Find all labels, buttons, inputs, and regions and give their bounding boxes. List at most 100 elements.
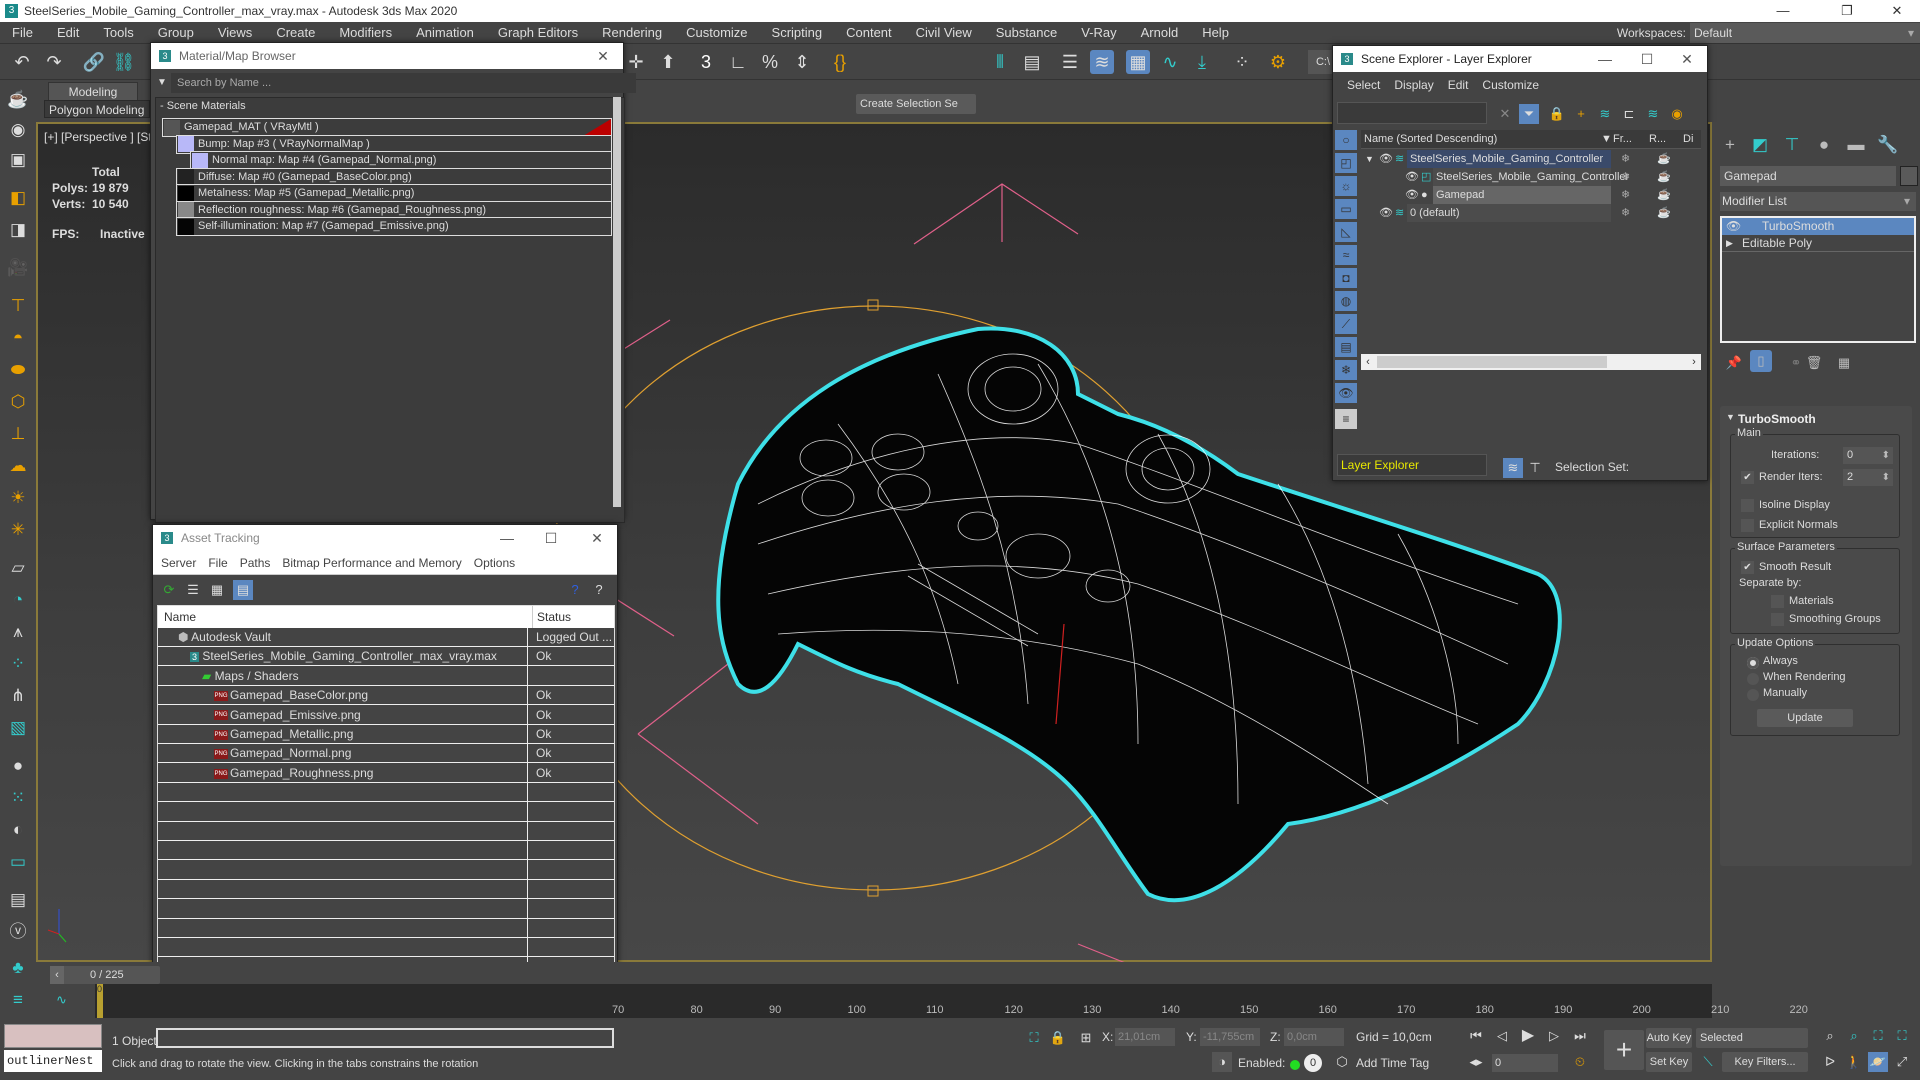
angle-snap-icon[interactable]: ∟ (726, 50, 750, 74)
set-key-button[interactable]: Set Key (1646, 1052, 1692, 1072)
layer-explorer-icon[interactable]: ≋ (1090, 50, 1114, 74)
asset-row[interactable]: 3 SteelSeries_Mobile_Gaming_Controller_m… (158, 647, 614, 667)
percent-snap-icon[interactable]: % (758, 50, 782, 74)
asset-row[interactable]: PNG Gamepad_Normal.png Ok (158, 744, 614, 764)
scene-list-icon[interactable]: ≡ (6, 988, 30, 1012)
menu-customize[interactable]: Customize (674, 25, 759, 40)
go-to-end-icon[interactable]: ⏭ (1570, 1026, 1590, 1046)
scene-explorer-row[interactable]: 👁 ● Gamepad ❄ ☕ (1361, 186, 1701, 204)
se-menu-customize[interactable]: Customize (1482, 78, 1539, 92)
frame-buffer-icon[interactable]: ▤ (6, 888, 30, 912)
auto-key-button[interactable]: Auto Key (1646, 1028, 1692, 1048)
ambient-light-icon[interactable]: ✳ (6, 518, 30, 542)
column-name[interactable]: Name (Sorted Descending) (1364, 130, 1497, 149)
visibility-eye-icon[interactable]: 👁 (1405, 168, 1419, 186)
freeze-icon[interactable]: ❄ (1621, 168, 1630, 186)
redo-icon[interactable]: ↷ (42, 50, 66, 74)
se-menu-edit[interactable]: Edit (1448, 78, 1469, 92)
filter-bones-icon[interactable]: ⟋ (1335, 314, 1357, 334)
material-search-input[interactable]: Search by Name ... (171, 73, 636, 93)
go-to-start-icon[interactable]: ⏮ (1466, 1026, 1486, 1046)
undo-icon[interactable]: ↶ (10, 50, 34, 74)
menu-arnold[interactable]: Arnold (1129, 25, 1191, 40)
next-frame-icon[interactable]: ▷ (1544, 1026, 1564, 1046)
zoom-all-icon[interactable]: ⌕ (1844, 1026, 1864, 1046)
asset-tracking-titlebar[interactable]: 3 Asset Tracking — ☐ ✕ (153, 525, 617, 551)
always-radio[interactable] (1747, 657, 1759, 669)
object-name-field[interactable]: Gamepad (1720, 166, 1896, 186)
at-menu-server[interactable]: Server (161, 556, 196, 570)
curve-editor-mini-icon[interactable]: ∿ (56, 992, 67, 1008)
when-rendering-radio[interactable] (1747, 673, 1759, 685)
menu-substance[interactable]: Substance (984, 25, 1069, 40)
filter-all-icon[interactable]: ≡ (1335, 409, 1357, 429)
scroll-right-icon[interactable]: › (1687, 354, 1701, 370)
select-manipulate-icon[interactable]: ⬆ (656, 50, 680, 74)
vray-logo-icon[interactable]: ⓥ (6, 920, 30, 944)
column-render[interactable]: R... (1649, 130, 1666, 149)
previous-frame-icon[interactable]: ◁ (1492, 1026, 1512, 1046)
move-icon[interactable]: ✛ (624, 50, 648, 74)
menu-graph-editors[interactable]: Graph Editors (486, 25, 590, 40)
filter-frozen-icon[interactable]: ❄ (1335, 360, 1357, 380)
motion-tab-icon[interactable]: ● (1810, 132, 1838, 158)
minimize-button[interactable]: — (1760, 0, 1806, 22)
utilities-tab-icon[interactable]: 🔧 (1874, 132, 1902, 158)
filter-geometry-icon[interactable]: ○ (1335, 130, 1357, 150)
table-view-icon[interactable]: ▤ (233, 580, 253, 600)
sun-icon[interactable]: ☀ (6, 486, 30, 510)
enabled-count[interactable]: 0 (1304, 1054, 1322, 1072)
time-configuration-icon[interactable]: ⏲ (1570, 1052, 1590, 1072)
collapse-arrow-icon[interactable]: ▼ (1365, 150, 1374, 168)
grass-icon[interactable]: ⋔ (6, 684, 30, 708)
filter-cameras-icon[interactable]: ▭ (1335, 199, 1357, 219)
key-filters-button[interactable]: Key Filters... (1722, 1052, 1808, 1072)
material-sphere-icon[interactable]: ● (6, 754, 30, 778)
scene-explorer-hscrollbar[interactable]: ‹ › (1361, 354, 1701, 370)
help-icon[interactable]: ? (565, 580, 585, 600)
filter-spacewarps-icon[interactable]: ≈ (1335, 245, 1357, 265)
gizmo-handle-bottom[interactable] (867, 885, 879, 897)
field-of-view-icon[interactable]: ᐅ (1820, 1052, 1840, 1072)
update-button[interactable]: Update (1757, 709, 1853, 727)
at-menu-file[interactable]: File (208, 556, 227, 570)
iterations-spinner[interactable]: 0 (1843, 447, 1893, 464)
render-iters-spinner[interactable]: 2 (1843, 469, 1893, 486)
column-name[interactable]: Name (164, 606, 196, 628)
scene-explorer-maximize-button[interactable]: ☐ (1627, 46, 1667, 72)
expand-icon[interactable]: ▶ (1726, 235, 1733, 252)
align-icon[interactable]: ▤ (1020, 50, 1044, 74)
asset-row[interactable]: PNG Gamepad_Roughness.png Ok (158, 764, 614, 783)
multi-material-icon[interactable]: ⁙ (6, 786, 30, 810)
asset-row[interactable]: PNG Gamepad_Emissive.png Ok (158, 706, 614, 725)
stack-item-turbosmooth[interactable]: 👁 TurboSmooth (1722, 218, 1914, 235)
stack-item-editable-poly[interactable]: ▶ Editable Poly (1722, 235, 1914, 252)
mesh-light-icon[interactable]: ⬡ (6, 390, 30, 414)
hierarchy-icon[interactable]: ⊏ (1619, 104, 1639, 124)
link-icon[interactable]: 🔗 (82, 50, 106, 74)
spinner-snap-icon[interactable]: ⇕ (790, 50, 814, 74)
filter-xrefs-icon[interactable]: ◍ (1335, 291, 1357, 311)
close-button[interactable]: ✕ (1874, 0, 1920, 22)
clear-search-icon[interactable]: ✕ (1495, 104, 1515, 124)
visibility-eye-icon[interactable]: 👁 (1405, 186, 1419, 204)
menu-scripting[interactable]: Scripting (760, 25, 835, 40)
maximize-button[interactable]: ❐ (1824, 0, 1870, 22)
asset-path-field[interactable] (156, 1028, 614, 1048)
menu-modifiers[interactable]: Modifiers (327, 25, 404, 40)
spot-light-icon[interactable]: ⊥ (6, 422, 30, 446)
at-menu-options[interactable]: Options (474, 556, 515, 570)
zoom-extents-all-icon[interactable]: ⛶ (1892, 1026, 1912, 1046)
manually-radio[interactable] (1747, 689, 1759, 701)
render-message-icon[interactable]: ◧ (6, 186, 30, 210)
render-frame-icon[interactable]: ▣ (6, 148, 30, 172)
menu-content[interactable]: Content (834, 25, 904, 40)
highlight-icon[interactable]: ◉ (1667, 104, 1687, 124)
workspaces-dropdown[interactable]: Default (1690, 23, 1920, 43)
modify-tab-icon[interactable]: ◩ (1746, 132, 1774, 158)
materials-checkbox[interactable] (1771, 595, 1784, 608)
render-setup-icon[interactable]: ⚙ (1266, 50, 1290, 74)
menu-tools[interactable]: Tools (91, 25, 145, 40)
material-browser-titlebar[interactable]: 3 Material/Map Browser ✕ (151, 43, 623, 69)
se-menu-display[interactable]: Display (1394, 78, 1433, 92)
